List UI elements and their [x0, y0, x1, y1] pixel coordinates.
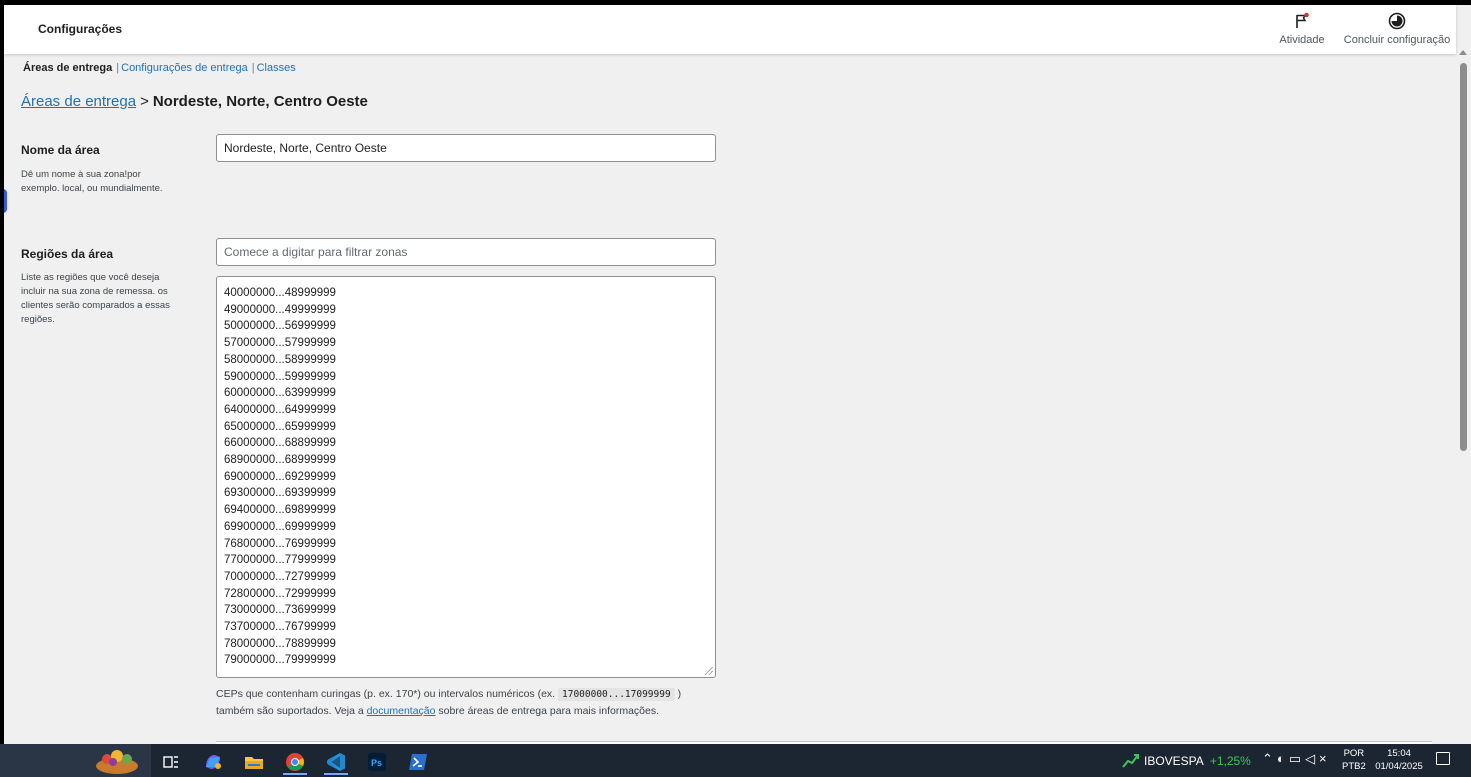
resize-handle[interactable]: [705, 667, 713, 675]
documentation-link[interactable]: documentação: [367, 705, 436, 717]
breadcrumb-separator: >: [140, 93, 149, 110]
zone-regions-description: Liste as regiões que você deseja incluir…: [21, 272, 170, 325]
stock-change: +1,25%: [1209, 754, 1251, 768]
flag-icon: [1276, 12, 1328, 30]
finish-setup-label: Concluir configuração: [1343, 34, 1451, 46]
subnav-link-classes[interactable]: Classes: [257, 62, 296, 74]
breadcrumb-parent-link[interactable]: Áreas de entrega: [21, 93, 136, 110]
postcode-range-line: 77000000...77999999: [224, 554, 336, 567]
postcode-range-line: 78000000...78899999: [224, 637, 336, 650]
network-icon[interactable]: ▭: [1289, 751, 1305, 766]
postcode-range-line: 72800000...72999999: [224, 587, 336, 600]
subnav-current: Áreas de entrega: [23, 62, 113, 74]
postcode-range-line: 49000000...49999999: [224, 303, 336, 316]
zone-filter-input[interactable]: [216, 238, 716, 266]
windows-taskbar: Ps IBOVESPA +1,25% ⌃◐▭◁× POR PTB2 15:04 0…: [0, 744, 1471, 777]
postcode-range-line: 60000000...63999999: [224, 387, 336, 400]
volume-muted-icon[interactable]: ◁×: [1305, 751, 1331, 766]
meet-now-icon[interactable]: ◐: [1277, 751, 1289, 766]
postcode-range-line: 40000000...48999999: [224, 287, 336, 299]
stock-ticker[interactable]: IBOVESPA +1,25%: [1122, 752, 1251, 771]
stock-chart-icon: [1122, 752, 1140, 771]
postcode-range-line: 79000000...79999999: [224, 654, 336, 667]
subnav-link-shipping-settings[interactable]: Configurações de entrega: [121, 62, 248, 74]
postcode-range-line: 57000000...57999999: [224, 337, 336, 350]
widgets-area[interactable]: [0, 744, 151, 777]
postcodes-help-text: CEPs que contenham curingas (p. ex. 170*…: [216, 686, 736, 720]
clock-time: 15:04: [1387, 748, 1411, 759]
browser-page: Configurações Atividade Concluir configu…: [4, 5, 1471, 744]
section-subnav: Áreas de entrega | Configurações de entreg…: [23, 62, 296, 74]
scroll-up-arrow-icon[interactable]: [1459, 50, 1467, 55]
keyboard-layout: PTB2: [1342, 761, 1366, 772]
language-code: POR: [1343, 748, 1365, 759]
task-view-icon[interactable]: [154, 748, 188, 775]
postcode-range-line: 76800000...76999999: [224, 537, 336, 550]
widgets-icon: [92, 746, 142, 777]
postcode-range-line: 70000000...72799999: [224, 570, 336, 583]
chevron-up-icon[interactable]: ⌃: [1262, 751, 1277, 766]
language-indicator[interactable]: POR PTB2: [1342, 747, 1366, 773]
vscode-icon[interactable]: [319, 748, 353, 775]
scroll-thumb[interactable]: [1460, 63, 1467, 451]
powershell-icon[interactable]: [401, 748, 435, 775]
postcode-range-line: 65000000...65999999: [224, 420, 336, 433]
postcode-range-line: 69300000...69399999: [224, 487, 336, 500]
admin-header: Configurações Atividade Concluir configu…: [4, 5, 1456, 54]
help-code-example: 17000000...17099999: [558, 688, 675, 701]
postcode-range-line: 69400000...69899999: [224, 504, 336, 517]
postcode-range-line: 50000000...56999999: [224, 320, 336, 333]
postcode-range-line: 73700000...76799999: [224, 621, 336, 634]
breadcrumb: Áreas de entrega > Nordeste, Norte, Centro…: [21, 93, 368, 110]
finish-setup-button[interactable]: Concluir configuração: [1342, 12, 1452, 46]
system-clock[interactable]: 15:04 01/04/2025: [1372, 747, 1426, 773]
zone-name-input[interactable]: [216, 134, 716, 162]
help-text-part2: ): [677, 688, 682, 700]
stock-name: IBOVESPA: [1144, 754, 1204, 768]
postcode-range-line: 68900000...68999999: [224, 454, 336, 467]
zone-name-label: Nome da área: [21, 143, 100, 157]
postcode-range-line: 59000000...59999999: [224, 370, 336, 383]
postcode-range-line: 66000000...68899999: [224, 437, 336, 450]
postcode-range-line: 73000000...73699999: [224, 604, 336, 617]
system-tray[interactable]: ⌃◐▭◁×: [1262, 751, 1331, 767]
notification-icon[interactable]: [1436, 752, 1450, 765]
zone-name-description: Dê um nome à sua zona!por exemplo. local…: [21, 169, 163, 194]
photoshop-icon[interactable]: Ps: [360, 748, 394, 775]
postcodes-textarea[interactable]: 40000000...48999999 49000000...49999999 50…: [216, 276, 716, 678]
breadcrumb-current: Nordeste, Norte, Centro Oeste: [152, 93, 368, 110]
file-explorer-icon[interactable]: [237, 748, 271, 775]
page-scrollbar[interactable]: [1456, 5, 1471, 744]
zone-regions-label: Regiões da área: [21, 247, 114, 261]
copilot-icon[interactable]: [196, 748, 230, 775]
activity-label: Atividade: [1279, 34, 1325, 46]
chrome-icon[interactable]: [278, 748, 312, 775]
help-text-part4: sobre áreas de entrega para mais informa…: [438, 705, 660, 717]
postcode-range-line: 69900000...69999999: [224, 520, 336, 533]
postcode-range-line: 58000000...58999999: [224, 353, 336, 366]
help-text-part3: também são suportados. Veja a: [216, 705, 364, 717]
help-text-part1: CEPs que contenham curingas (p. ex. 170*…: [216, 688, 556, 700]
postcode-range-line: 64000000...64999999: [224, 403, 336, 416]
page-title: Configurações: [38, 22, 123, 36]
postcode-range-line: 69000000...69299999: [224, 470, 336, 483]
svg-text:Ps: Ps: [371, 758, 382, 768]
postcode-list: 40000000...48999999 49000000...49999999 50…: [224, 285, 708, 669]
edge-tab[interactable]: [4, 189, 7, 213]
progress-circle-icon: [1342, 12, 1452, 30]
clock-date: 01/04/2025: [1375, 761, 1423, 772]
activity-button[interactable]: Atividade: [1276, 12, 1328, 46]
